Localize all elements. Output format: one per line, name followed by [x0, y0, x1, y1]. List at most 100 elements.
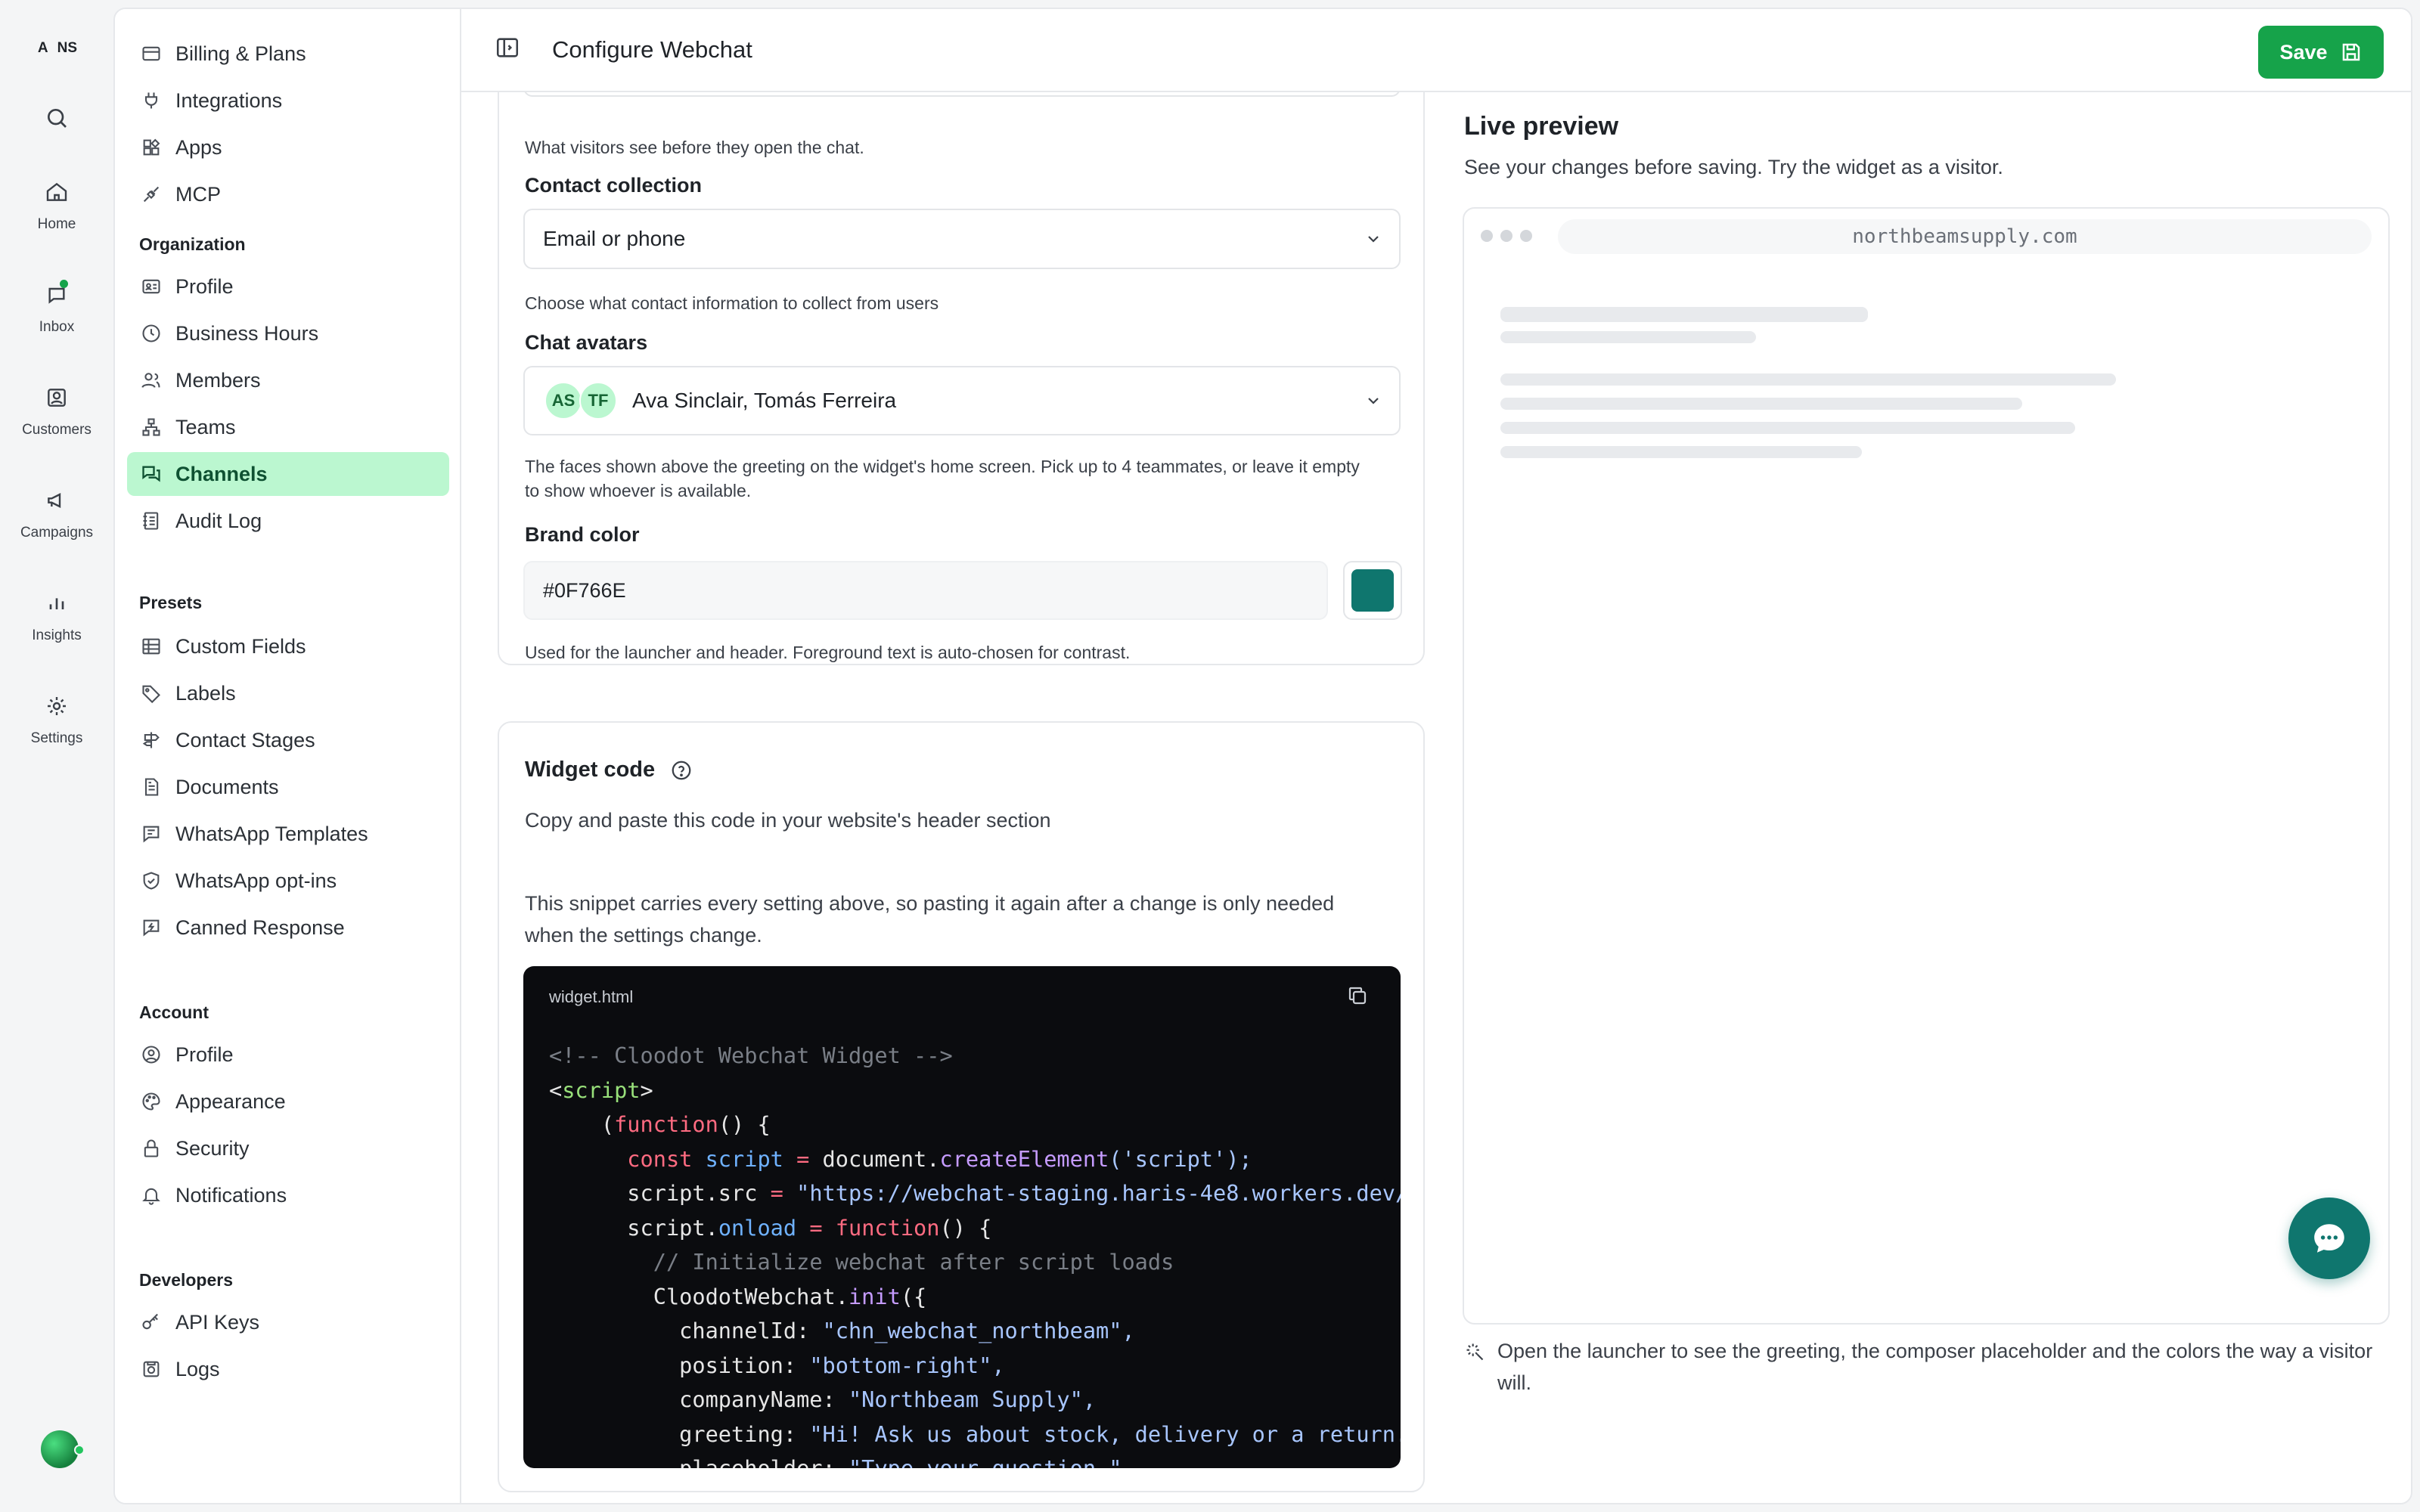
user-circle-icon [139, 1043, 163, 1067]
logo-letter-a: A [37, 40, 48, 56]
id-card-icon [139, 274, 163, 299]
sidebar-item-contact-stages[interactable]: Contact Stages [127, 718, 449, 762]
sidebar-item-labels[interactable]: Labels [127, 671, 449, 715]
webchat-launcher[interactable] [2288, 1198, 2370, 1279]
rail-campaigns[interactable]: Campaigns [0, 485, 113, 541]
sidebar-item-integrations[interactable]: Integrations [127, 79, 449, 122]
sidebar-item-label: Business Hours [175, 321, 319, 345]
user-avatar[interactable] [41, 1430, 85, 1468]
code-token: function [614, 1111, 718, 1137]
sidebar-item-org-profile[interactable]: Profile [127, 265, 449, 308]
code-token: channelId: [679, 1318, 810, 1343]
sidebar-item-documents[interactable]: Documents [127, 765, 449, 809]
settings-icon [42, 691, 72, 721]
chat-avatars-select[interactable]: AS TF Ava Sinclair, Tomás Ferreira [523, 366, 1401, 435]
code-token: CloodotWebchat. [653, 1283, 849, 1309]
quick-reply-icon [139, 916, 163, 940]
code-token: onload [718, 1214, 797, 1241]
workspace-logo[interactable]: A NS [29, 33, 86, 64]
sidebar-item-audit-log[interactable]: Audit Log [127, 499, 449, 543]
chat-bubble-icon [2310, 1219, 2348, 1257]
sidebar-item-appearance[interactable]: Appearance [127, 1080, 449, 1123]
sidebar-item-label: Custom Fields [175, 634, 306, 658]
copy-icon[interactable] [1346, 984, 1370, 1009]
sidebar-item-label: Canned Response [175, 916, 345, 939]
sidebar-item-label: Logs [175, 1357, 220, 1380]
sidebar-item-security[interactable]: Security [127, 1126, 449, 1170]
question-circle-icon[interactable] [670, 759, 693, 782]
chevron-down-icon [1364, 392, 1382, 410]
sidebar-item-whatsapp-templates[interactable]: WhatsApp Templates [127, 812, 449, 856]
customers-icon [42, 383, 72, 413]
chat-avatars-value: Ava Sinclair, Tomás Ferreira [632, 389, 897, 412]
inbox-icon [42, 280, 72, 310]
sidebar-item-label: Apps [175, 135, 222, 159]
rail-home[interactable]: Home [0, 177, 113, 233]
code-token: script [562, 1077, 641, 1103]
skeleton-line [1500, 307, 1868, 322]
code-token: script [705, 1145, 783, 1172]
code-token: document. [822, 1145, 940, 1172]
code-snippet[interactable]: <!-- Cloodot Webchat Widget --> <script>… [549, 1039, 1401, 1468]
scroll-area[interactable]: What visitors see before they open the c… [461, 64, 2411, 1503]
sidebar-item-business-hours[interactable]: Business Hours [127, 311, 449, 355]
code-token: "Type your question." [848, 1455, 1122, 1468]
sidebar-item-account-profile[interactable]: Profile [127, 1033, 449, 1077]
live-preview-subtitle: See your changes before saving. Try the … [1464, 156, 2003, 178]
sidebar-item-api-keys[interactable]: API Keys [127, 1300, 449, 1344]
sidebar-item-channels[interactable]: Channels [127, 452, 449, 496]
code-token: "https://webchat-staging.haris-4e8.worke… [796, 1180, 1401, 1206]
skeleton-line [1500, 398, 2022, 410]
preview-note-text: Open the launcher to see the greeting, t… [1497, 1340, 2373, 1394]
sidebar-item-custom-fields[interactable]: Custom Fields [127, 624, 449, 668]
code-token: = [770, 1180, 783, 1206]
document-icon [139, 775, 163, 799]
settings-sidebar: Billing & Plans Integrations Apps MCP Or… [115, 9, 461, 1503]
code-token: script. [627, 1214, 718, 1241]
sidebar-item-canned-response[interactable]: Canned Response [127, 906, 449, 950]
contact-collection-select[interactable]: Email or phone [523, 209, 1401, 269]
brand-color-input[interactable]: #0F766E [523, 561, 1328, 620]
sidebar-item-label: MCP [175, 182, 221, 206]
rail-settings[interactable]: Settings [0, 691, 113, 747]
floppy-disk-icon [2340, 41, 2363, 64]
home-icon [42, 177, 72, 207]
palette-icon [139, 1089, 163, 1114]
search-icon [42, 103, 72, 133]
code-token: = [809, 1214, 823, 1241]
rail-customers[interactable]: Customers [0, 383, 113, 438]
apps-icon [139, 135, 163, 160]
teams-icon [139, 415, 163, 439]
code-token: placeholder: [679, 1455, 836, 1468]
sidebar-item-logs[interactable]: Logs [127, 1347, 449, 1391]
page-title: Configure Webchat [552, 36, 752, 63]
preview-url-bar: northbeamsupply.com [1558, 219, 2372, 254]
channels-icon [139, 462, 163, 486]
shield-check-icon [139, 869, 163, 893]
code-token: companyName: [679, 1387, 836, 1412]
brand-color-swatch [1351, 569, 1394, 612]
avatar-stack: AS TF [544, 382, 617, 420]
sidebar-item-billing[interactable]: Billing & Plans [127, 32, 449, 76]
sidebar-toggle-icon[interactable] [495, 35, 522, 62]
sidebar-item-whatsapp-optins[interactable]: WhatsApp opt-ins [127, 859, 449, 903]
sidebar-item-mcp[interactable]: MCP [127, 172, 449, 216]
window-dots [1481, 230, 1532, 242]
code-block: widget.html <!-- Cloodot Webchat Widget … [523, 966, 1401, 1468]
sidebar-item-apps[interactable]: Apps [127, 125, 449, 169]
rail-search[interactable] [0, 103, 113, 133]
sidebar-item-notifications[interactable]: Notifications [127, 1173, 449, 1217]
signpost-icon [139, 728, 163, 752]
users-icon [139, 368, 163, 392]
code-comment: <!-- Cloodot Webchat Widget --> [549, 1043, 953, 1068]
online-status-dot [74, 1445, 85, 1455]
brand-color-picker[interactable] [1343, 561, 1402, 620]
rail-inbox[interactable]: Inbox [0, 280, 113, 336]
rail-insights[interactable]: Insights [0, 588, 113, 644]
preview-browser-frame: northbeamsupply.com [1463, 207, 2390, 1325]
sidebar-item-teams[interactable]: Teams [127, 405, 449, 449]
sidebar-item-members[interactable]: Members [127, 358, 449, 402]
sidebar-item-label: WhatsApp opt-ins [175, 869, 337, 892]
save-button[interactable]: Save [2258, 26, 2384, 79]
sidebar-item-label: Billing & Plans [175, 42, 306, 65]
